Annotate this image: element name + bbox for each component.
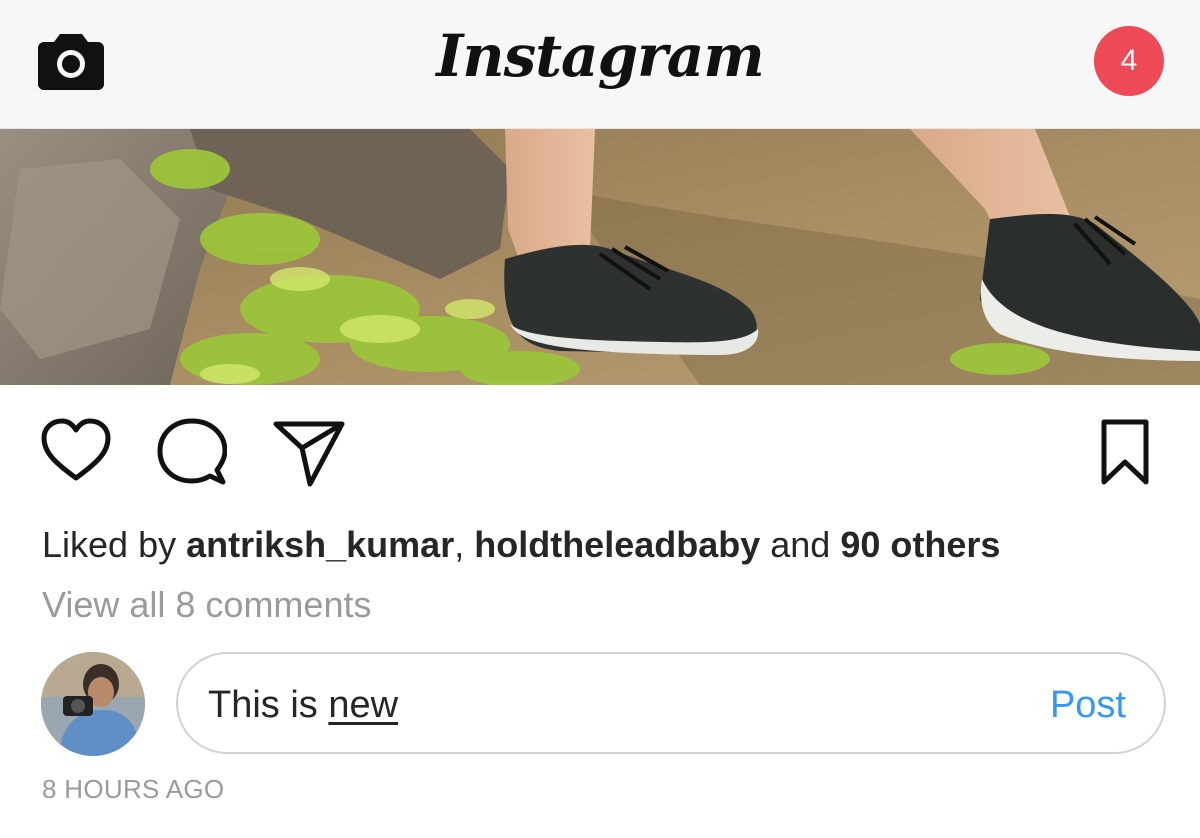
comment-input[interactable]: This is new Post bbox=[176, 652, 1166, 754]
liked-by-prefix: Liked by bbox=[42, 524, 187, 565]
paper-plane-icon[interactable] bbox=[272, 418, 346, 488]
post-timestamp: 8 HOURS AGO bbox=[42, 774, 225, 804]
comment-bubble-icon[interactable] bbox=[157, 418, 227, 488]
liked-by-middle: and bbox=[760, 524, 841, 565]
liked-by-text: Liked by antriksh_kumar, holdtheleadbaby… bbox=[42, 524, 1000, 566]
comment-text-plain: This is bbox=[208, 684, 329, 726]
liked-by-others-link[interactable]: 90 others bbox=[840, 524, 1000, 565]
instagram-logo[interactable]: Instagram bbox=[0, 22, 1200, 90]
liked-by-separator: , bbox=[454, 524, 475, 565]
liked-by-user-link[interactable]: holdtheleadbaby bbox=[474, 524, 760, 565]
liked-by-user-link[interactable]: antriksh_kumar bbox=[186, 524, 454, 565]
post-actions bbox=[0, 410, 1200, 490]
view-all-comments-link[interactable]: View all 8 comments bbox=[42, 584, 371, 626]
notification-badge[interactable]: 4 bbox=[1094, 26, 1164, 96]
comment-input-value[interactable]: This is new bbox=[208, 684, 398, 727]
heart-icon[interactable] bbox=[40, 418, 112, 484]
post-image[interactable] bbox=[0, 129, 1200, 385]
top-bar: Instagram 4 bbox=[0, 0, 1200, 129]
bookmark-icon[interactable] bbox=[1100, 418, 1150, 486]
comment-text-underlined: new bbox=[328, 684, 399, 726]
avatar[interactable] bbox=[41, 652, 145, 756]
post-comment-button[interactable]: Post bbox=[1050, 684, 1126, 727]
